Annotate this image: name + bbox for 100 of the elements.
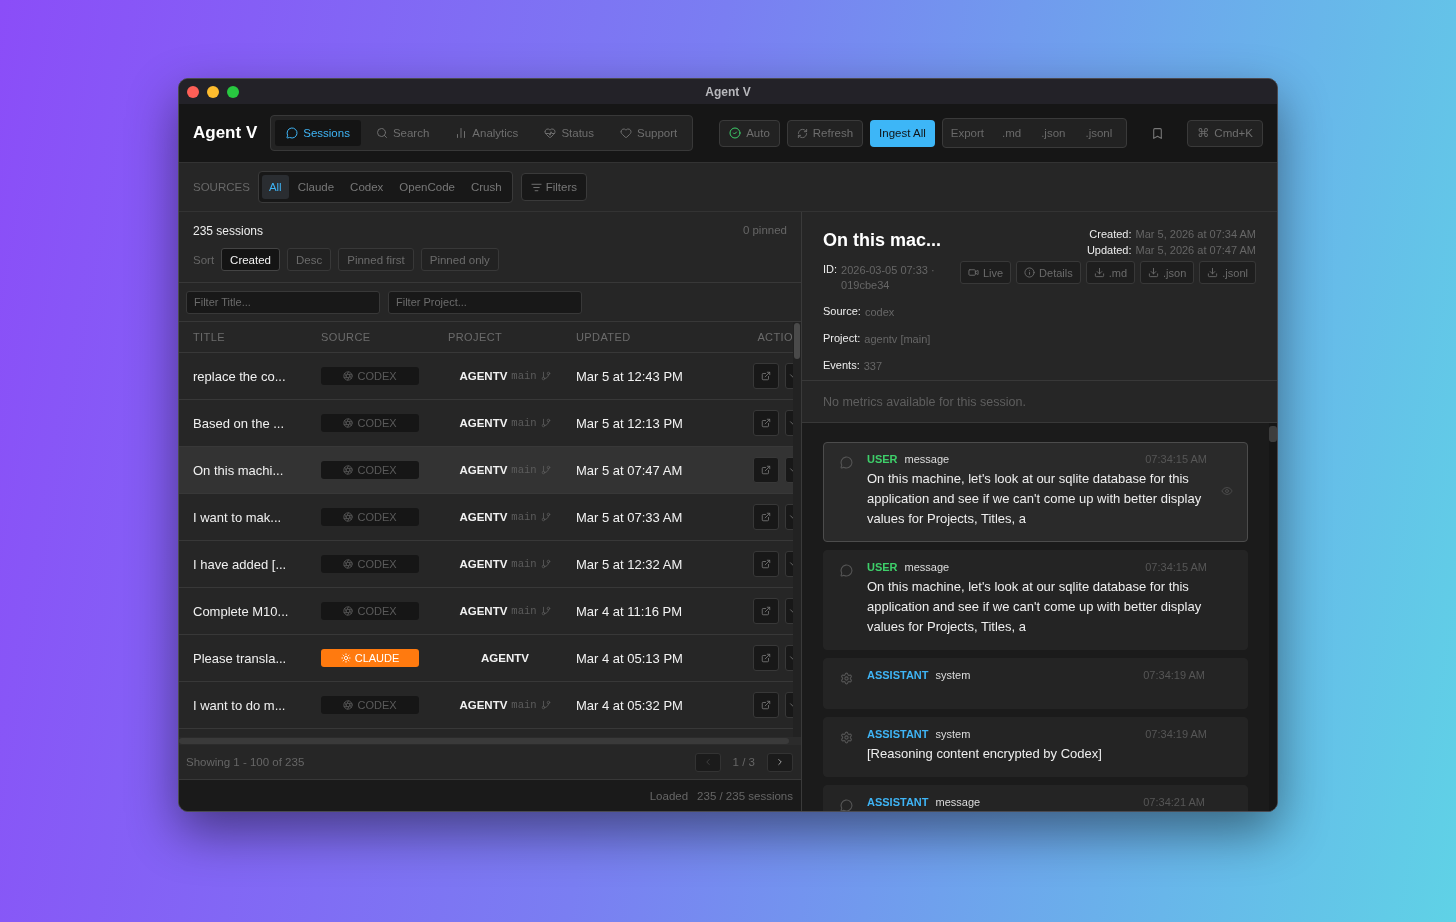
nav-tab[interactable]: Status: [533, 120, 605, 146]
bookmark-button[interactable]: [1151, 126, 1165, 140]
updated-cell-text: Mar 4 at 05:32 PM: [576, 697, 684, 713]
updated-cell-text: Mar 5 at 07:47 AM: [576, 462, 684, 478]
title-cell-text: Please transla...: [193, 650, 288, 666]
export-format-button[interactable]: .json: [1033, 127, 1074, 139]
open-button[interactable]: [753, 504, 779, 530]
refresh-button[interactable]: Refresh: [786, 119, 864, 147]
source-option[interactable]: Claude: [290, 175, 342, 199]
export-format-button[interactable]: .md: [994, 127, 1030, 139]
external-link-icon: [761, 418, 771, 428]
ingest-button[interactable]: Ingest All: [870, 119, 935, 147]
sort-option[interactable]: Created: [221, 248, 280, 271]
updated-cell-text: Mar 5 at 12:43 PM: [576, 368, 684, 384]
chevron-right-icon: [775, 757, 785, 767]
sort-option[interactable]: Desc: [287, 248, 332, 271]
close-button[interactable]: [187, 85, 199, 98]
open-button[interactable]: [753, 457, 779, 483]
source-option[interactable]: All: [261, 175, 289, 199]
title-cell-text: Complete M10...: [193, 603, 290, 619]
gear-icon: [840, 672, 853, 685]
field-label: Source:: [823, 305, 861, 319]
title-cell-text: I have added [...: [193, 556, 288, 572]
status-value: 235 / 235 sessions: [697, 789, 793, 802]
live-button[interactable]: Live: [959, 261, 1012, 284]
nav-icon: [620, 127, 632, 139]
gear-icon: [840, 731, 853, 744]
updated-cell-text: Mar 5 at 12:32 AM: [576, 556, 684, 572]
sun-icon: [340, 653, 351, 663]
branch-icon: [540, 371, 551, 381]
source-option[interactable]: Codex: [343, 175, 391, 199]
details-button[interactable]: Details: [1016, 261, 1081, 284]
export-format-button[interactable]: .jsonl: [1077, 127, 1121, 139]
auto-button[interactable]: Auto: [719, 119, 780, 147]
app-logo: Agent V: [193, 123, 258, 143]
message-type: message: [904, 561, 950, 573]
open-button[interactable]: [753, 598, 779, 624]
source-badge: CODEX: [321, 696, 419, 714]
message-role: ASSISTANT: [867, 669, 929, 681]
aperture-icon: [343, 606, 354, 616]
eye-icon[interactable]: [1221, 485, 1233, 497]
minimize-button[interactable]: [207, 85, 219, 98]
sort-option[interactable]: Pinned first: [338, 248, 414, 271]
message-role: USER: [867, 453, 898, 465]
scrollbar[interactable]: [1269, 423, 1277, 811]
next-page-button[interactable]: [767, 752, 793, 772]
nav-tab[interactable]: Analytics: [444, 120, 530, 146]
horizontal-scrollbar[interactable]: [179, 737, 801, 745]
filters-button[interactable]: Filters: [520, 173, 587, 201]
project-filter-field[interactable]: Filter Project...: [388, 290, 582, 314]
session-count: 235 sessions: [193, 224, 264, 238]
command-button[interactable]: ⌘ Cmd+K: [1187, 119, 1263, 147]
source-badge: CODEX: [321, 461, 419, 479]
refresh-icon: [796, 127, 808, 139]
open-button[interactable]: [753, 551, 779, 577]
source-badge: CODEX: [321, 602, 419, 620]
status-label: Loaded: [649, 789, 689, 802]
nav-tab[interactable]: Support: [609, 120, 689, 146]
check-icon: [729, 127, 742, 139]
download-button[interactable]: .json: [1140, 261, 1195, 284]
sort-option[interactable]: Pinned only: [420, 248, 499, 271]
previous-page-button[interactable]: [694, 752, 721, 772]
open-button[interactable]: [753, 410, 779, 436]
open-button[interactable]: [753, 692, 779, 718]
source-option[interactable]: OpenCode: [392, 175, 462, 199]
column-header: TITLE: [193, 331, 226, 343]
project-name: AGENTV: [459, 417, 508, 429]
download-button[interactable]: .jsonl: [1199, 261, 1256, 284]
project-name: AGENTV: [459, 464, 508, 476]
title-cell-text: replace the co...: [193, 368, 287, 384]
aperture-icon: [343, 512, 354, 522]
nav-icon: [455, 127, 468, 139]
export-label: Export: [949, 127, 985, 139]
download-button[interactable]: .md: [1085, 261, 1136, 284]
scrollbar[interactable]: [793, 322, 801, 737]
window-title: Agent V: [705, 84, 751, 99]
nav-tab[interactable]: Search: [364, 120, 441, 146]
source-badge: CODEX: [321, 367, 419, 385]
title-filter-field[interactable]: Filter Title...: [186, 290, 380, 314]
open-button[interactable]: [753, 363, 779, 389]
download-icon: [1093, 267, 1105, 278]
bookmark-icon: [1151, 126, 1165, 140]
aperture-icon: [343, 418, 354, 428]
updated-cell-text: Mar 5 at 12:13 PM: [576, 415, 684, 431]
project-name: AGENTV: [459, 558, 508, 570]
zoom-button[interactable]: [227, 85, 239, 98]
source-option[interactable]: Crush: [464, 175, 509, 199]
message-role: ASSISTANT: [867, 728, 929, 740]
aperture-icon: [343, 700, 354, 710]
external-link-icon: [761, 512, 771, 522]
column-header: ACTIO: [756, 331, 793, 343]
source-badge: CODEX: [321, 414, 419, 432]
source-badge: CODEX: [321, 508, 419, 526]
project-name: AGENTV: [481, 652, 529, 664]
open-button[interactable]: [753, 645, 779, 671]
nav-tab[interactable]: Sessions: [275, 120, 361, 146]
nav-icon: [286, 127, 299, 139]
column-header: PROJECT: [448, 331, 504, 343]
chat-icon: [840, 456, 853, 469]
source-badge: CODEX: [321, 555, 419, 573]
